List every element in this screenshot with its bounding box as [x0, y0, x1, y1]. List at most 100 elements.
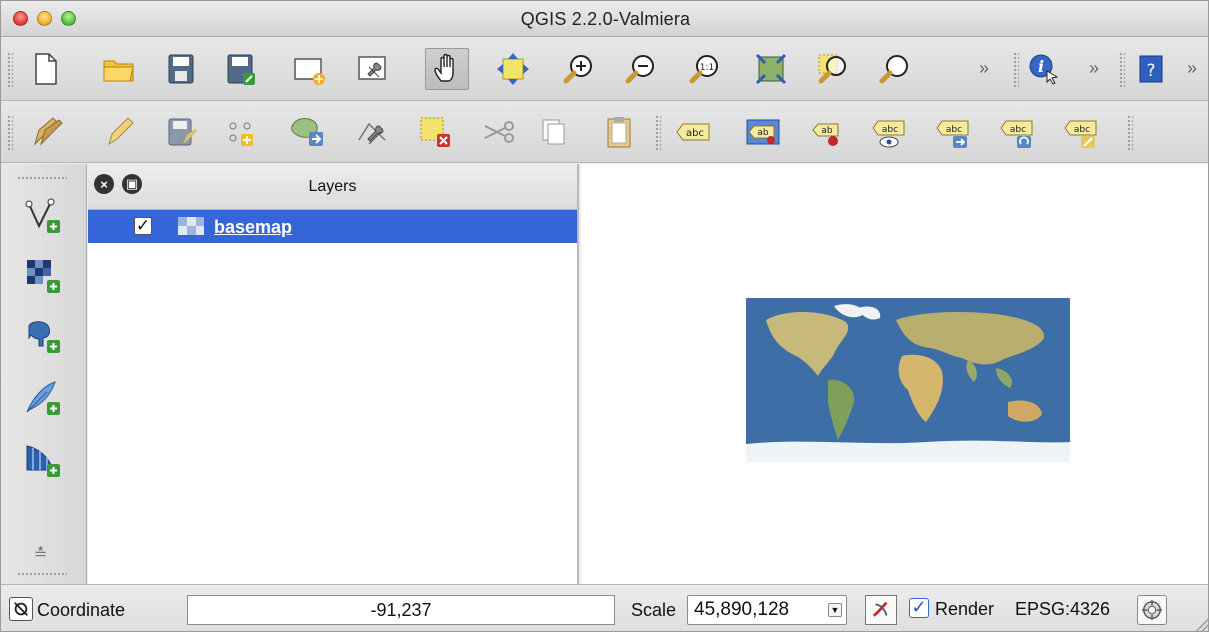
coordinate-toggle-button[interactable] — [9, 597, 33, 621]
zoom-in-icon — [563, 55, 592, 84]
move-label-icon: abc — [936, 120, 969, 148]
pencils-icon — [33, 117, 63, 146]
coordinate-field[interactable]: -91,237 — [187, 595, 615, 625]
zoom-full-button[interactable] — [749, 48, 793, 90]
manage-layers-toolbar: ≛ — [1, 164, 87, 584]
add-raster-layer-button[interactable] — [19, 252, 67, 300]
highlight-pinned-button[interactable]: ab — [805, 111, 849, 153]
current-edits-button[interactable] — [25, 111, 69, 153]
zoom-to-layer-button[interactable] — [873, 48, 917, 90]
map-canvas[interactable] — [581, 164, 1208, 584]
toolbar-overflow[interactable]: » — [979, 58, 989, 79]
window-title: QGIS 2.2.0-Valmiera — [520, 9, 691, 29]
toolbar-grip[interactable] — [1119, 52, 1125, 88]
render-label: Render — [935, 599, 995, 619]
pin-labels-button[interactable]: ab — [741, 111, 785, 153]
paste-icon — [607, 117, 631, 148]
toolbar-grip[interactable] — [17, 176, 67, 181]
svg-text:abc: abc — [1010, 125, 1026, 135]
zoom-out-button[interactable] — [619, 48, 663, 90]
toolbar-grip[interactable] — [7, 52, 13, 88]
layer-visibility-checkbox[interactable]: ✓ — [134, 217, 152, 235]
open-project-button[interactable] — [97, 48, 141, 90]
show-hide-labels-icon: abc — [872, 120, 905, 148]
new-project-button[interactable] — [23, 48, 67, 90]
help-button[interactable]: ? — [1129, 48, 1173, 90]
zoom-to-selection-button[interactable] — [811, 48, 855, 90]
zoom-to-layer-icon — [879, 55, 908, 84]
paste-features-button[interactable] — [597, 111, 641, 153]
crs-status[interactable]: EPSG:4326 — [1015, 599, 1133, 620]
move-feature-icon — [291, 118, 323, 146]
pencil-icon — [108, 117, 134, 146]
spatialite-feather-icon — [26, 381, 60, 415]
main-toolbar: 1:1 » i » ? » — [1, 38, 1208, 101]
toolbar-grip[interactable] — [17, 572, 67, 577]
rotate-label-button[interactable]: abc — [995, 111, 1039, 153]
show-hide-labels-button[interactable]: abc — [867, 111, 911, 153]
svg-text:ab: ab — [821, 126, 833, 136]
composer-manager-button[interactable] — [351, 48, 395, 90]
add-spatialite-layer-button[interactable] — [19, 374, 67, 422]
save-as-button[interactable] — [219, 48, 263, 90]
basemap-world-image — [746, 298, 1070, 462]
label-layer-button[interactable]: abc — [671, 111, 715, 153]
add-raster-icon — [27, 260, 60, 293]
scale-combobox[interactable]: 45,890,128 ▼ — [687, 595, 847, 625]
pan-to-selection-button[interactable] — [491, 48, 535, 90]
node-tool-icon — [358, 122, 386, 145]
svg-text:?: ? — [1146, 61, 1155, 81]
zoom-in-button[interactable] — [557, 48, 601, 90]
cut-features-button[interactable] — [477, 111, 521, 153]
add-feature-button[interactable] — [219, 111, 263, 153]
copy-icon — [542, 119, 565, 145]
node-tool-button[interactable] — [351, 111, 395, 153]
render-checkbox[interactable]: ✓ — [909, 598, 929, 618]
qgis-window: QGIS 2.2.0-Valmiera 1:1 » i » ? » abc ab… — [0, 0, 1209, 632]
layers-panel: × ▣ Layers ✓ basemap — [88, 164, 579, 584]
chevron-down-icon[interactable]: ▼ — [828, 603, 842, 617]
toolbar-more-chevron[interactable]: ≛ — [34, 544, 47, 564]
toolbar-grip[interactable] — [655, 115, 661, 151]
new-print-composer-button[interactable] — [287, 48, 331, 90]
add-wms-layer-button[interactable] — [19, 436, 67, 484]
label-icon: abc — [676, 123, 710, 141]
save-edits-button[interactable] — [159, 111, 203, 153]
layer-name[interactable]: basemap — [214, 217, 292, 238]
change-label-button[interactable]: abc — [1059, 111, 1103, 153]
toolbar-overflow[interactable]: » — [1187, 58, 1197, 79]
stop-render-button[interactable] — [865, 595, 897, 625]
toolbar-grip[interactable] — [1127, 115, 1133, 151]
svg-text:ab: ab — [757, 128, 769, 138]
add-vector-icon — [25, 198, 60, 233]
zoom-native-button[interactable]: 1:1 — [683, 48, 727, 90]
help-icon: ? — [1139, 55, 1163, 83]
crs-projection-button[interactable] — [1137, 595, 1167, 625]
move-label-button[interactable]: abc — [931, 111, 975, 153]
window-resize-grip[interactable] — [1194, 617, 1208, 631]
svg-text:abc: abc — [1074, 125, 1090, 135]
toggle-editing-button[interactable] — [97, 111, 141, 153]
status-bar: Coordinate -91,237 Scale 45,890,128 ▼ ✓ … — [1, 584, 1208, 631]
save-disk-icon — [168, 54, 194, 84]
svg-text:abc: abc — [686, 128, 704, 139]
identify-features-button[interactable]: i — [1021, 48, 1065, 90]
svg-text:abc: abc — [946, 125, 962, 135]
pan-map-button[interactable] — [425, 48, 469, 90]
move-feature-button[interactable] — [287, 111, 331, 153]
coordinate-mouse-icon — [14, 602, 28, 616]
new-document-icon — [35, 53, 57, 85]
zoom-out-icon — [625, 55, 654, 84]
digitizing-toolbar: abc ab ab abc abc abc abc — [1, 101, 1208, 163]
toolbar-overflow[interactable]: » — [1089, 58, 1099, 79]
copy-features-button[interactable] — [531, 111, 575, 153]
toolbar-grip[interactable] — [1013, 52, 1019, 88]
pin-labels-icon: ab — [746, 119, 780, 145]
save-project-button[interactable] — [159, 48, 203, 90]
add-postgis-layer-button[interactable] — [19, 312, 67, 360]
layer-row[interactable]: ✓ basemap — [88, 210, 577, 243]
toolbar-grip[interactable] — [7, 115, 13, 151]
delete-selected-button[interactable] — [413, 111, 457, 153]
postgis-elephant-icon — [28, 321, 60, 353]
add-vector-layer-button[interactable] — [19, 192, 67, 240]
